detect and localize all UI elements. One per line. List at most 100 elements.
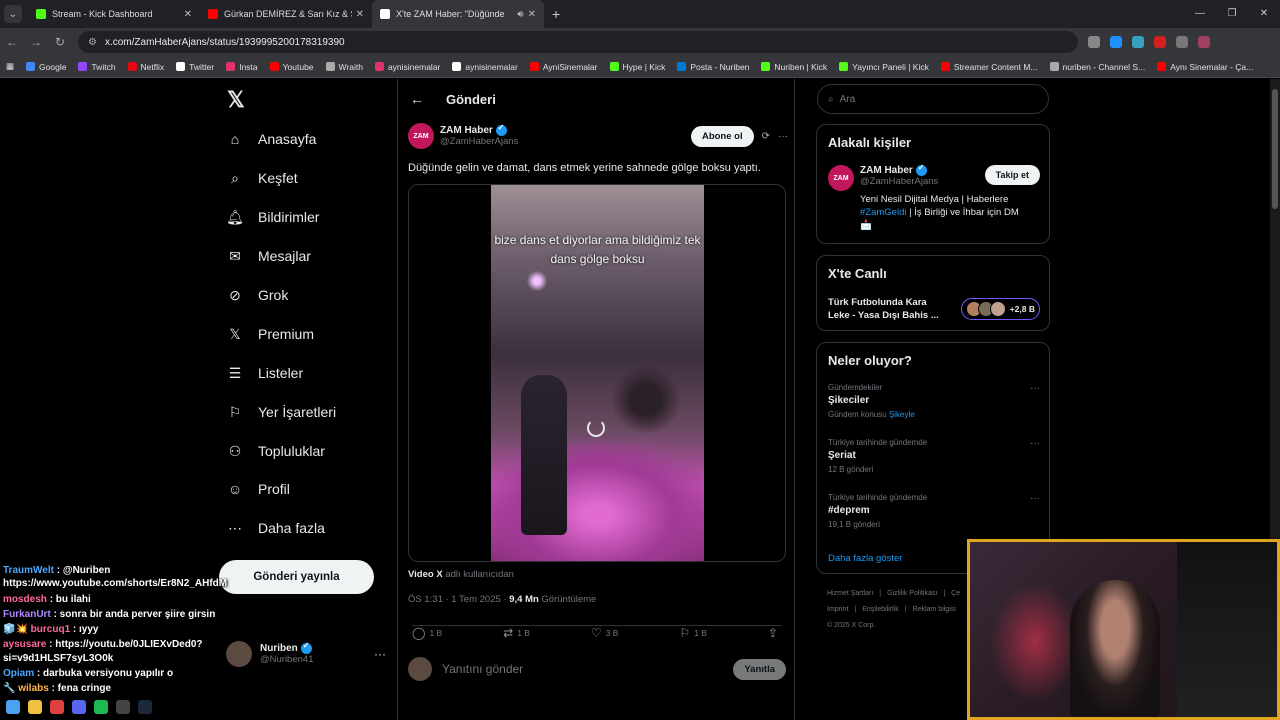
- bookmark-item[interactable]: AyniSinemalar: [529, 62, 598, 72]
- bookmark-item[interactable]: Streamer Content M...: [940, 62, 1038, 72]
- bookmark-item[interactable]: aynisinemalar: [452, 62, 518, 72]
- bookmark-item[interactable]: Hype | Kick: [609, 62, 665, 72]
- trend-sub-link[interactable]: Şikeyle: [889, 410, 915, 419]
- trend-item[interactable]: Türkiye tarihinde gündemde Şeriat 12 B gön…: [828, 438, 1040, 474]
- trend-item[interactable]: Türkiye tarihinde gündemde #deprem 19,1 B …: [828, 493, 1040, 529]
- tab-kick-dashboard[interactable]: Stream - Kick Dashboard ✕: [28, 0, 200, 28]
- trend-item[interactable]: Gündemdekiler Şikeciler Gündem konusu Şike…: [828, 383, 1040, 419]
- author-name[interactable]: ZAM Haber: [440, 125, 493, 136]
- reply-input[interactable]: Yanıtını gönder: [442, 662, 523, 676]
- subscribe-button[interactable]: Abone ol: [690, 125, 754, 147]
- more-icon[interactable]: ···: [374, 647, 386, 661]
- nav-item-topluluklar[interactable]: ⚇ Topluluklar: [226, 442, 325, 460]
- nav-item-grok[interactable]: ⊘ Grok: [226, 286, 288, 304]
- footer-link[interactable]: © 2025 X Corp.: [827, 622, 875, 629]
- start-icon[interactable]: [6, 700, 20, 714]
- forward-icon[interactable]: →: [24, 35, 48, 49]
- attribution-source[interactable]: Video X: [408, 569, 443, 580]
- tweet-time[interactable]: ÖS 1:31 · 1 Tem 2025 ·: [408, 594, 507, 605]
- more-icon[interactable]: ···: [778, 131, 788, 142]
- nav-item-bildirimler[interactable]: 🔔︎ Bildirimler: [226, 208, 319, 226]
- spotify-icon[interactable]: [94, 700, 108, 714]
- close-icon[interactable]: ✕: [528, 9, 536, 20]
- nav-item-profil[interactable]: ☺ Profil: [226, 480, 290, 498]
- minimize-icon[interactable]: —: [1184, 0, 1216, 28]
- footer-link[interactable]: Erişilebilirlik: [862, 606, 899, 613]
- show-more-link[interactable]: Daha fazla göster: [828, 553, 902, 564]
- bio-hashtag[interactable]: #ZamGeldi: [860, 207, 906, 218]
- more-icon[interactable]: ···: [1030, 438, 1040, 449]
- footer-link[interactable]: Gizlilik Politikası: [887, 590, 937, 597]
- nav-item-keşfet[interactable]: ⌕ Keşfet: [226, 169, 298, 187]
- tab-search-button[interactable]: ⌄: [4, 5, 22, 23]
- bookmark-star-icon[interactable]: [1088, 36, 1100, 48]
- tab-x-post[interactable]: X'te ZAM Haber: "Düğünde 🔊︎ ✕: [372, 0, 544, 28]
- like-button[interactable]: ♡ 3 B: [591, 626, 619, 640]
- puzzle-icon[interactable]: [1176, 36, 1188, 48]
- author-handle[interactable]: @ZamHaberAjans: [440, 136, 518, 147]
- bookmark-item[interactable]: Nuriben | Kick: [761, 62, 827, 72]
- audio-icon[interactable]: 🔊︎: [517, 9, 523, 20]
- profile-icon[interactable]: [1198, 36, 1210, 48]
- folder-icon[interactable]: [28, 700, 42, 714]
- footer-link[interactable]: Imprint: [827, 606, 848, 613]
- bookmark-item[interactable]: Wraith: [325, 62, 363, 72]
- bookmark-item[interactable]: Twitter: [176, 62, 214, 72]
- scrollbar-thumb[interactable]: [1272, 89, 1278, 209]
- extension-red-icon[interactable]: [1154, 36, 1166, 48]
- share-button[interactable]: ⇪: [768, 626, 782, 640]
- maximize-icon[interactable]: ❐: [1216, 0, 1248, 28]
- nav-item-anasayfa[interactable]: ⌂ Anasayfa: [226, 130, 317, 148]
- tab-youtube[interactable]: Gürkan DEMİREZ & Sarı Kız & Şeyh ✕: [200, 0, 372, 28]
- footer-link[interactable]: Reklam bilgisi: [913, 606, 956, 613]
- x-logo-icon[interactable]: 𝕏: [227, 87, 245, 113]
- nav-item-premium[interactable]: 𝕏 Premium: [226, 325, 314, 343]
- bookmark-item[interactable]: aynisinemalar: [374, 62, 440, 72]
- site-info-icon[interactable]: ⚙: [88, 37, 97, 48]
- reply-button[interactable]: ◯ 1 B: [412, 626, 442, 640]
- reply-button[interactable]: Yanıtla: [733, 658, 786, 680]
- apps-icon[interactable]: ▦: [6, 61, 14, 72]
- bookmark-item[interactable]: Google: [26, 62, 66, 72]
- author-avatar[interactable]: ZAM: [828, 165, 854, 191]
- author-avatar[interactable]: ZAM: [408, 123, 434, 149]
- bookmark-item[interactable]: Aynı Sinemalar - Ça...: [1157, 62, 1253, 72]
- bookmark-item[interactable]: nuriben - Channel S...: [1049, 62, 1145, 72]
- search-input[interactable]: ⌕ Ara: [817, 84, 1049, 114]
- footer-link[interactable]: Çe: [951, 590, 960, 597]
- follow-button[interactable]: Takip et: [984, 165, 1040, 185]
- back-icon[interactable]: ←: [0, 35, 24, 49]
- obs-icon[interactable]: [116, 700, 130, 714]
- live-item[interactable]: Türk Futbolunda Kara Leke - Yasa Dışı Ba…: [828, 296, 1040, 323]
- more-icon[interactable]: ···: [1030, 493, 1040, 504]
- nav-item-listeler[interactable]: ☰ Listeler: [226, 364, 303, 382]
- close-window-icon[interactable]: ✕: [1248, 0, 1280, 28]
- nav-item-daha-fazla[interactable]: ⋯ Daha fazla: [226, 519, 325, 537]
- bookmark-item[interactable]: Twitch: [78, 62, 116, 72]
- repost-button[interactable]: ⇄ 1 B: [503, 626, 530, 640]
- chrome-icon[interactable]: [50, 700, 64, 714]
- post-button[interactable]: Gönderi yayınla: [219, 560, 374, 594]
- nav-item-mesajlar[interactable]: ✉ Mesajlar: [226, 247, 311, 265]
- tweet-media[interactable]: bize dans et diyorlar ama bildiğimiz tek…: [408, 184, 786, 562]
- related-handle[interactable]: @ZamHaberAjans: [860, 176, 938, 187]
- bookmark-button[interactable]: ⚐ 1 B: [679, 626, 707, 640]
- video-player[interactable]: bize dans et diyorlar ama bildiğimiz tek…: [491, 185, 704, 561]
- new-tab-button[interactable]: +: [552, 6, 560, 22]
- bookmark-item[interactable]: Yayıncı Paneli | Kick: [839, 62, 929, 72]
- steam-icon[interactable]: [138, 700, 152, 714]
- grok-icon[interactable]: ⟳: [762, 131, 770, 142]
- reload-icon[interactable]: ↻: [48, 35, 72, 49]
- close-icon[interactable]: ✕: [184, 9, 192, 20]
- bookmark-item[interactable]: Netflix: [127, 62, 164, 72]
- more-icon[interactable]: ···: [1030, 383, 1040, 394]
- extension-globe-icon[interactable]: [1132, 36, 1144, 48]
- close-icon[interactable]: ✕: [356, 9, 364, 20]
- bookmark-item[interactable]: Youtube: [269, 62, 314, 72]
- bookmark-item[interactable]: Posta - Nuriben: [677, 62, 749, 72]
- extension-shield-icon[interactable]: [1110, 36, 1122, 48]
- related-name[interactable]: ZAM Haber: [860, 165, 913, 176]
- discord-icon[interactable]: [72, 700, 86, 714]
- bookmark-item[interactable]: Insta: [226, 62, 258, 72]
- url-input[interactable]: ⚙ x.com/ZamHaberAjans/status/19399952001…: [78, 31, 1078, 53]
